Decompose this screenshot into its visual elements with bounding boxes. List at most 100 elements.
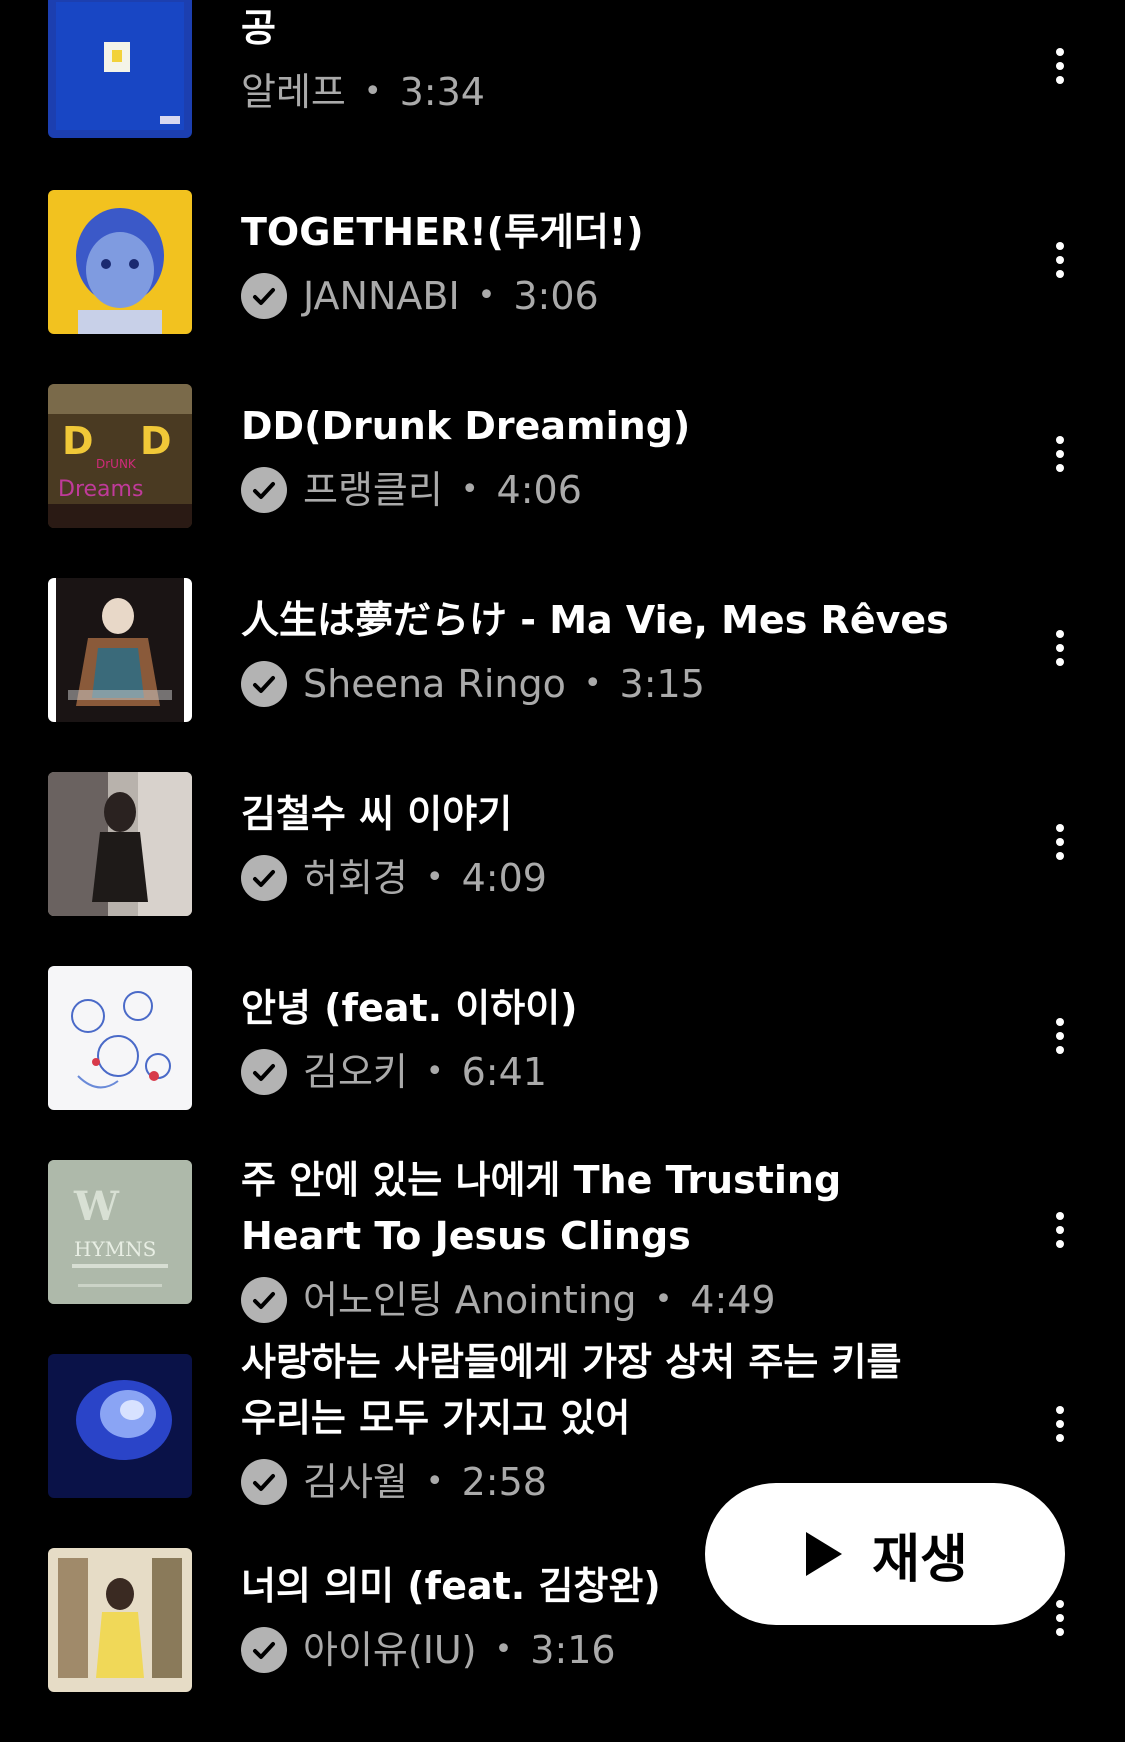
- song-title: 주 안에 있는 나에게 The Trusting: [241, 1158, 842, 1202]
- song-duration: 4:06: [496, 468, 582, 512]
- more-vert-icon: [1056, 1212, 1064, 1248]
- more-options-button[interactable]: [1040, 424, 1080, 484]
- song-title: TOGETHER!(투게더!): [241, 210, 644, 254]
- album-art[interactable]: [48, 0, 192, 138]
- separator: •: [460, 472, 479, 507]
- more-options-button[interactable]: [1040, 1200, 1080, 1260]
- artist-name: 아이유(IU): [303, 1628, 477, 1672]
- separator: •: [363, 74, 382, 109]
- more-vert-icon: [1056, 1406, 1064, 1442]
- svg-text:DrUNK: DrUNK: [96, 457, 137, 471]
- song-title: 김철수 씨 이야기: [241, 792, 513, 836]
- artist-name: 어노인팅 Anointing: [303, 1278, 637, 1322]
- svg-text:D: D: [140, 419, 172, 463]
- song-duration: 4:09: [461, 856, 547, 900]
- more-options-button[interactable]: [1040, 230, 1080, 290]
- blue-boy-portrait-art: [48, 190, 192, 334]
- artist-name: 허회경: [303, 856, 408, 900]
- album-art[interactable]: D D DrUNK Dreams: [48, 384, 192, 528]
- svg-text:HYMNS: HYMNS: [74, 1237, 156, 1261]
- song-row[interactable]: 김철수 씨 이야기 허회경 • 4:09: [0, 772, 1125, 966]
- hymns-cover-art: W HYMNS: [48, 1160, 192, 1304]
- verified-check-icon: [241, 1049, 287, 1095]
- song-meta: 아이유(IU) • 3:16: [241, 1620, 941, 1680]
- verified-check-icon: [241, 1627, 287, 1673]
- album-art[interactable]: [48, 190, 192, 334]
- verified-check-icon: [241, 1277, 287, 1323]
- more-vert-icon: [1056, 630, 1064, 666]
- artist-name: 프랭클리: [303, 468, 443, 512]
- song-title: 人生は夢だらけ - Ma Vie, Mes Rêves: [241, 598, 949, 642]
- verified-check-icon: [241, 467, 287, 513]
- artist-name: 알레프: [241, 70, 346, 114]
- song-row[interactable]: 人生は夢だらけ - Ma Vie, Mes Rêves Sheena Ringo…: [0, 578, 1125, 772]
- svg-text:W: W: [73, 1183, 120, 1230]
- bookshelf-photo-art: [48, 1548, 192, 1692]
- artist-name: 김오키: [303, 1050, 408, 1094]
- song-row[interactable]: D D DrUNK Dreams DD(Drunk Dreaming) 프랭클리…: [0, 384, 1125, 578]
- svg-text:D: D: [62, 419, 94, 463]
- play-button[interactable]: 재생: [705, 1483, 1065, 1625]
- more-vert-icon: [1056, 1018, 1064, 1054]
- separator: •: [425, 860, 444, 895]
- artist-name: Sheena Ringo: [303, 662, 566, 706]
- song-row[interactable]: 공 알레프 • 3:34: [0, 0, 1125, 194]
- song-duration: 6:41: [461, 1050, 547, 1094]
- album-art[interactable]: [48, 966, 192, 1110]
- blue-square-art: [48, 0, 192, 138]
- more-options-button[interactable]: [1040, 618, 1080, 678]
- more-options-button[interactable]: [1040, 1394, 1080, 1454]
- song-duration: 3:16: [530, 1628, 616, 1672]
- song-meta: 허회경 • 4:09: [241, 848, 941, 908]
- song-duration: 3:15: [619, 662, 705, 706]
- verified-check-icon: [241, 661, 287, 707]
- separator: •: [477, 278, 496, 313]
- verified-check-icon: [241, 1459, 287, 1505]
- song-row[interactable]: TOGETHER!(투게더!) JANNABI • 3:06: [0, 190, 1125, 384]
- song-title: 공: [241, 6, 276, 50]
- song-title: DD(Drunk Dreaming): [241, 404, 691, 448]
- more-vert-icon: [1056, 242, 1064, 278]
- song-row[interactable]: W HYMNS 주 안에 있는 나에게 The Trusting Heart T…: [0, 1158, 1125, 1354]
- separator: •: [494, 1632, 513, 1667]
- album-art[interactable]: [48, 772, 192, 916]
- song-list: 공 알레프 • 3:34 TOGETHER!(투게더!) JANNABI • 3…: [0, 0, 1125, 1692]
- album-art[interactable]: [48, 1354, 192, 1498]
- song-row[interactable]: 안녕 (feat. 이하이) 김오키 • 6:41: [0, 966, 1125, 1160]
- song-meta: 김오키 • 6:41: [241, 1042, 941, 1102]
- separator: •: [654, 1282, 673, 1317]
- album-art[interactable]: [48, 578, 192, 722]
- song-meta: 프랭클리 • 4:06: [241, 460, 941, 520]
- song-meta: 알레프 • 3:34: [241, 62, 941, 122]
- song-title-line2: 우리는 모두 가지고 있어: [241, 1396, 631, 1440]
- artist-name: 김사월: [303, 1460, 408, 1504]
- artist-name: JANNABI: [303, 274, 460, 318]
- more-vert-icon: [1056, 48, 1064, 84]
- more-options-button[interactable]: [1040, 1006, 1080, 1066]
- song-duration: 2:58: [461, 1460, 547, 1504]
- song-title: 안녕 (feat. 이하이): [241, 986, 578, 1030]
- svg-text:Dreams: Dreams: [58, 477, 143, 502]
- play-icon: [806, 1532, 843, 1576]
- more-vert-icon: [1056, 824, 1064, 860]
- separator: •: [425, 1054, 444, 1089]
- woman-sitting-photo-art: [48, 772, 192, 916]
- drunk-dreaming-art: D D DrUNK Dreams: [48, 384, 192, 528]
- album-art[interactable]: [48, 1548, 192, 1692]
- play-button-label: 재생: [872, 1529, 968, 1590]
- album-art[interactable]: W HYMNS: [48, 1160, 192, 1304]
- separator: •: [425, 1464, 444, 1499]
- blue-glow-photo-art: [48, 1354, 192, 1498]
- song-title: 사랑하는 사람들에게 가장 상처 주는 키를: [241, 1340, 902, 1384]
- song-meta: 어노인팅 Anointing • 4:49: [241, 1270, 941, 1330]
- more-options-button[interactable]: [1040, 812, 1080, 872]
- song-title-line2: Heart To Jesus Clings: [241, 1214, 691, 1258]
- kimono-portrait-art: [48, 578, 192, 722]
- more-options-button[interactable]: [1040, 36, 1080, 96]
- song-duration: 3:34: [399, 70, 485, 114]
- more-vert-icon: [1056, 1600, 1064, 1636]
- verified-check-icon: [241, 855, 287, 901]
- song-meta: JANNABI • 3:06: [241, 266, 941, 326]
- more-vert-icon: [1056, 436, 1064, 472]
- verified-check-icon: [241, 273, 287, 319]
